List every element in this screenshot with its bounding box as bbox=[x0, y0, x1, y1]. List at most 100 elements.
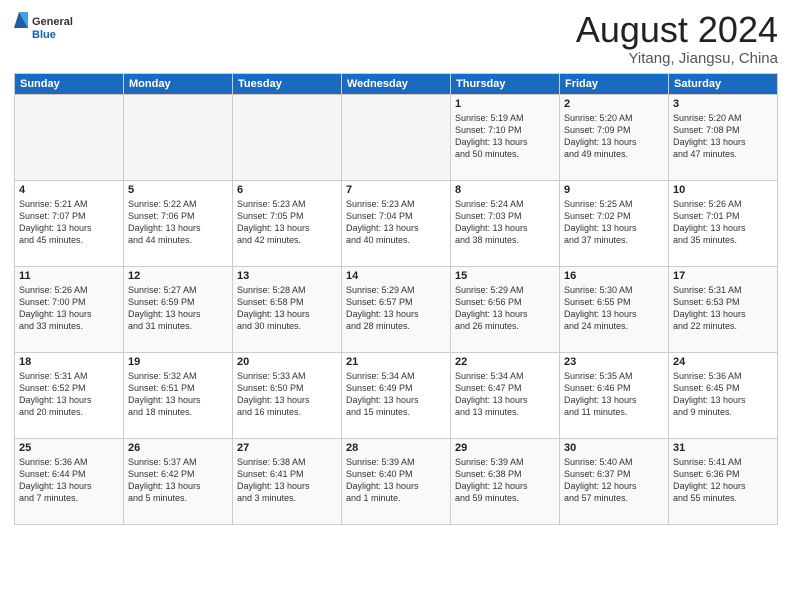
svg-text:Blue: Blue bbox=[32, 29, 56, 41]
calendar-cell: 22 Sunrise: 5:34 AM Sunset: 6:47 PM Dayli… bbox=[451, 352, 560, 438]
calendar-cell: 19 Sunrise: 5:32 AM Sunset: 6:51 PM Dayli… bbox=[124, 352, 233, 438]
cell-info-text: Sunrise: 5:40 AM Sunset: 6:37 PM Dayligh… bbox=[564, 456, 664, 505]
cell-day-number: 22 bbox=[455, 356, 555, 368]
calendar-cell: 14 Sunrise: 5:29 AM Sunset: 6:57 PM Dayli… bbox=[342, 266, 451, 352]
month-title: August 2024 bbox=[576, 10, 778, 50]
cell-info-text: Sunrise: 5:24 AM Sunset: 7:03 PM Dayligh… bbox=[455, 198, 555, 247]
calendar-cell: 13 Sunrise: 5:28 AM Sunset: 6:58 PM Dayli… bbox=[233, 266, 342, 352]
calendar-cell: 2 Sunrise: 5:20 AM Sunset: 7:09 PM Daylig… bbox=[560, 94, 669, 180]
cell-day-number: 25 bbox=[19, 442, 119, 454]
cell-day-number: 2 bbox=[564, 98, 664, 110]
cell-day-number: 23 bbox=[564, 356, 664, 368]
calendar-cell: 26Sunrise: 5:37 AM Sunset: 6:42 PM Dayli… bbox=[124, 438, 233, 524]
calendar-cell: 11Sunrise: 5:26 AM Sunset: 7:00 PM Dayli… bbox=[15, 266, 124, 352]
cell-info-text: Sunrise: 5:23 AM Sunset: 7:04 PM Dayligh… bbox=[346, 198, 446, 247]
cell-day-number: 29 bbox=[455, 442, 555, 454]
cell-info-text: Sunrise: 5:36 AM Sunset: 6:45 PM Dayligh… bbox=[673, 370, 773, 419]
cell-info-text: Sunrise: 5:20 AM Sunset: 7:09 PM Dayligh… bbox=[564, 112, 664, 161]
cell-day-number: 28 bbox=[346, 442, 446, 454]
cell-day-number: 10 bbox=[673, 184, 773, 196]
cell-info-text: Sunrise: 5:28 AM Sunset: 6:58 PM Dayligh… bbox=[237, 284, 337, 333]
cell-day-number: 16 bbox=[564, 270, 664, 282]
logo: General Blue bbox=[14, 10, 74, 46]
cell-day-number: 31 bbox=[673, 442, 773, 454]
cell-info-text: Sunrise: 5:23 AM Sunset: 7:05 PM Dayligh… bbox=[237, 198, 337, 247]
calendar-cell: 28Sunrise: 5:39 AM Sunset: 6:40 PM Dayli… bbox=[342, 438, 451, 524]
title-block: August 2024 Yitang, Jiangsu, China bbox=[576, 10, 778, 67]
cell-day-number: 19 bbox=[128, 356, 228, 368]
cell-day-number: 3 bbox=[673, 98, 773, 110]
cell-day-number: 1 bbox=[455, 98, 555, 110]
calendar-cell bbox=[342, 94, 451, 180]
calendar-cell: 4 Sunrise: 5:21 AM Sunset: 7:07 PM Daylig… bbox=[15, 180, 124, 266]
cell-day-number: 24 bbox=[673, 356, 773, 368]
cell-day-number: 8 bbox=[455, 184, 555, 196]
cell-info-text: Sunrise: 5:27 AM Sunset: 6:59 PM Dayligh… bbox=[128, 284, 228, 333]
cell-info-text: Sunrise: 5:22 AM Sunset: 7:06 PM Dayligh… bbox=[128, 198, 228, 247]
calendar-cell bbox=[124, 94, 233, 180]
calendar-cell: 6Sunrise: 5:23 AM Sunset: 7:05 PM Daylig… bbox=[233, 180, 342, 266]
cell-info-text: Sunrise: 5:35 AM Sunset: 6:46 PM Dayligh… bbox=[564, 370, 664, 419]
cell-day-number: 4 bbox=[19, 184, 119, 196]
weekday-header-thursday: Thursday bbox=[451, 73, 560, 94]
cell-info-text: Sunrise: 5:29 AM Sunset: 6:57 PM Dayligh… bbox=[346, 284, 446, 333]
cell-info-text: Sunrise: 5:30 AM Sunset: 6:55 PM Dayligh… bbox=[564, 284, 664, 333]
cell-info-text: Sunrise: 5:19 AM Sunset: 7:10 PM Dayligh… bbox=[455, 112, 555, 161]
weekday-header-saturday: Saturday bbox=[669, 73, 778, 94]
calendar-cell: 17 Sunrise: 5:31 AM Sunset: 6:53 PM Dayli… bbox=[669, 266, 778, 352]
cell-day-number: 7 bbox=[346, 184, 446, 196]
cell-info-text: Sunrise: 5:36 AM Sunset: 6:44 PM Dayligh… bbox=[19, 456, 119, 505]
calendar-cell: 24 Sunrise: 5:36 AM Sunset: 6:45 PM Dayli… bbox=[669, 352, 778, 438]
cell-info-text: Sunrise: 5:25 AM Sunset: 7:02 PM Dayligh… bbox=[564, 198, 664, 247]
calendar-cell: 8 Sunrise: 5:24 AM Sunset: 7:03 PM Daylig… bbox=[451, 180, 560, 266]
cell-info-text: Sunrise: 5:26 AM Sunset: 7:00 PM Dayligh… bbox=[19, 284, 119, 333]
cell-day-number: 13 bbox=[237, 270, 337, 282]
calendar-cell: 9 Sunrise: 5:25 AM Sunset: 7:02 PM Daylig… bbox=[560, 180, 669, 266]
cell-day-number: 17 bbox=[673, 270, 773, 282]
cell-info-text: Sunrise: 5:32 AM Sunset: 6:51 PM Dayligh… bbox=[128, 370, 228, 419]
cell-info-text: Sunrise: 5:31 AM Sunset: 6:52 PM Dayligh… bbox=[19, 370, 119, 419]
weekday-header-sunday: Sunday bbox=[15, 73, 124, 94]
calendar-cell bbox=[15, 94, 124, 180]
cell-day-number: 5 bbox=[128, 184, 228, 196]
calendar-cell: 18 Sunrise: 5:31 AM Sunset: 6:52 PM Dayli… bbox=[15, 352, 124, 438]
calendar-cell: 12 Sunrise: 5:27 AM Sunset: 6:59 PM Dayli… bbox=[124, 266, 233, 352]
calendar-cell: 1 Sunrise: 5:19 AM Sunset: 7:10 PM Daylig… bbox=[451, 94, 560, 180]
calendar-cell: 16 Sunrise: 5:30 AM Sunset: 6:55 PM Dayli… bbox=[560, 266, 669, 352]
weekday-header-wednesday: Wednesday bbox=[342, 73, 451, 94]
cell-info-text: Sunrise: 5:29 AM Sunset: 6:56 PM Dayligh… bbox=[455, 284, 555, 333]
calendar-cell: 29 Sunrise: 5:39 AM Sunset: 6:38 PM Dayli… bbox=[451, 438, 560, 524]
cell-info-text: Sunrise: 5:34 AM Sunset: 6:47 PM Dayligh… bbox=[455, 370, 555, 419]
calendar-cell: 15Sunrise: 5:29 AM Sunset: 6:56 PM Dayli… bbox=[451, 266, 560, 352]
calendar-cell: 31 Sunrise: 5:41 AM Sunset: 6:36 PM Dayli… bbox=[669, 438, 778, 524]
cell-info-text: Sunrise: 5:37 AM Sunset: 6:42 PM Dayligh… bbox=[128, 456, 228, 505]
cell-info-text: Sunrise: 5:21 AM Sunset: 7:07 PM Dayligh… bbox=[19, 198, 119, 247]
calendar-cell bbox=[233, 94, 342, 180]
location-title: Yitang, Jiangsu, China bbox=[576, 50, 778, 67]
cell-day-number: 30 bbox=[564, 442, 664, 454]
calendar-cell: 3 Sunrise: 5:20 AM Sunset: 7:08 PM Daylig… bbox=[669, 94, 778, 180]
weekday-header-friday: Friday bbox=[560, 73, 669, 94]
cell-day-number: 9 bbox=[564, 184, 664, 196]
cell-day-number: 12 bbox=[128, 270, 228, 282]
calendar-cell: 30 Sunrise: 5:40 AM Sunset: 6:37 PM Dayli… bbox=[560, 438, 669, 524]
cell-info-text: Sunrise: 5:39 AM Sunset: 6:38 PM Dayligh… bbox=[455, 456, 555, 505]
calendar-cell: 20 Sunrise: 5:33 AM Sunset: 6:50 PM Dayli… bbox=[233, 352, 342, 438]
calendar-cell: 25 Sunrise: 5:36 AM Sunset: 6:44 PM Dayli… bbox=[15, 438, 124, 524]
weekday-header-tuesday: Tuesday bbox=[233, 73, 342, 94]
cell-info-text: Sunrise: 5:20 AM Sunset: 7:08 PM Dayligh… bbox=[673, 112, 773, 161]
cell-info-text: Sunrise: 5:33 AM Sunset: 6:50 PM Dayligh… bbox=[237, 370, 337, 419]
cell-info-text: Sunrise: 5:41 AM Sunset: 6:36 PM Dayligh… bbox=[673, 456, 773, 505]
cell-info-text: Sunrise: 5:38 AM Sunset: 6:41 PM Dayligh… bbox=[237, 456, 337, 505]
calendar-cell: 27 Sunrise: 5:38 AM Sunset: 6:41 PM Dayli… bbox=[233, 438, 342, 524]
cell-day-number: 14 bbox=[346, 270, 446, 282]
calendar-table: SundayMondayTuesdayWednesdayThursdayFrid… bbox=[14, 73, 778, 525]
calendar-cell: 21Sunrise: 5:34 AM Sunset: 6:49 PM Dayli… bbox=[342, 352, 451, 438]
cell-info-text: Sunrise: 5:31 AM Sunset: 6:53 PM Dayligh… bbox=[673, 284, 773, 333]
cell-day-number: 27 bbox=[237, 442, 337, 454]
calendar-cell: 7 Sunrise: 5:23 AM Sunset: 7:04 PM Daylig… bbox=[342, 180, 451, 266]
cell-day-number: 20 bbox=[237, 356, 337, 368]
cell-day-number: 18 bbox=[19, 356, 119, 368]
weekday-header-monday: Monday bbox=[124, 73, 233, 94]
cell-info-text: Sunrise: 5:34 AM Sunset: 6:49 PM Dayligh… bbox=[346, 370, 446, 419]
